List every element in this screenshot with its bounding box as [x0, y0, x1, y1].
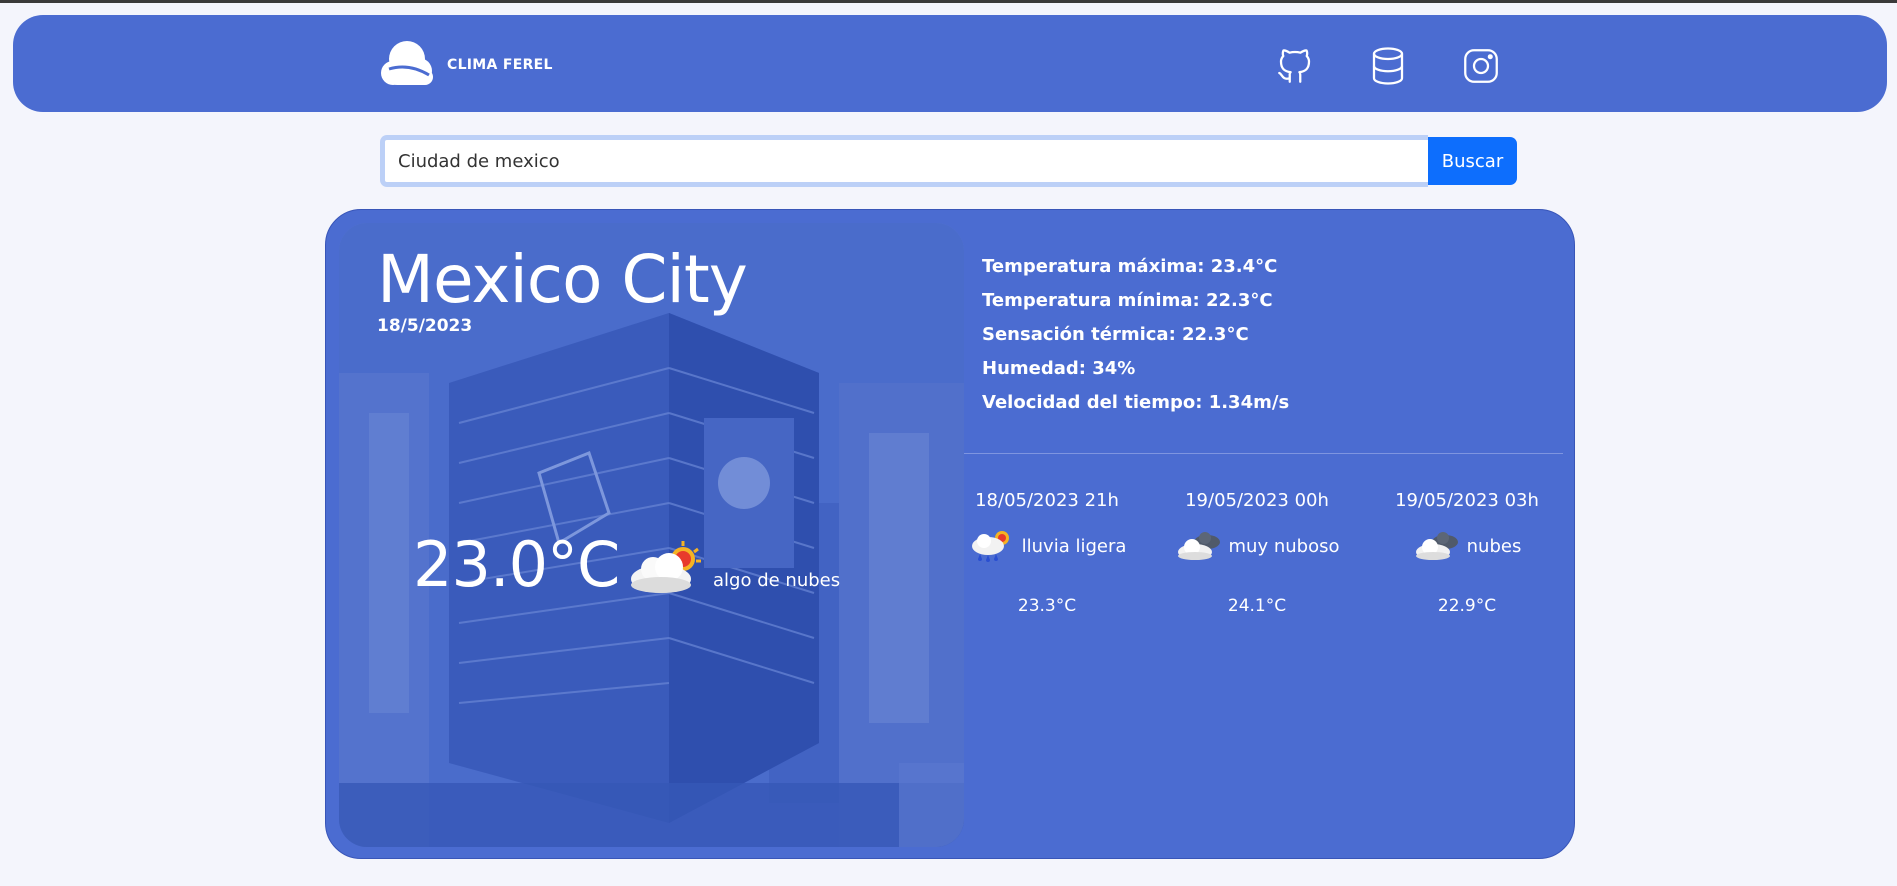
database-icon: [1372, 47, 1404, 85]
brand[interactable]: CLIMA FEREL: [379, 39, 553, 91]
instagram-link[interactable]: [1459, 44, 1503, 88]
forecast-time: 18/05/2023 21h: [975, 490, 1119, 511]
forecast-temperature: 23.3°C: [1017, 596, 1077, 616]
forecast-temperature: 22.9°C: [1437, 596, 1497, 616]
humidity: Humedad: 34%: [982, 358, 1136, 379]
forecast-item: 19/05/2023 00h muy nuboso 24.1°C: [1162, 486, 1352, 616]
window-top-border: [0, 0, 1897, 3]
city-name: Mexico City: [377, 241, 748, 318]
forecast-temperature: 24.1°C: [1227, 596, 1287, 616]
forecast-description: nubes: [1466, 535, 1522, 557]
github-icon: [1278, 49, 1311, 83]
forecast-time: 19/05/2023 03h: [1395, 490, 1539, 511]
forecast-description: lluvia ligera: [1021, 535, 1127, 557]
divider: [964, 453, 1563, 454]
max-temperature: Temperatura máxima: 23.4°C: [982, 256, 1278, 277]
forecast-item: 18/05/2023 21h lluvia ligera 23.3°C: [952, 486, 1142, 616]
github-link[interactable]: [1273, 44, 1317, 88]
current-date: 18/5/2023: [377, 316, 473, 336]
search-bar: Buscar: [380, 135, 1517, 187]
current-weather-panel: Mexico City 18/5/2023 23.0°C algo de nub…: [339, 223, 964, 847]
instagram-icon: [1464, 49, 1498, 83]
search-input[interactable]: [380, 135, 1428, 187]
navbar: CLIMA FEREL: [13, 15, 1887, 112]
social-links: [1273, 44, 1552, 88]
current-description: algo de nubes: [713, 570, 841, 591]
dark-cloud-icon: [1177, 532, 1220, 560]
search-button[interactable]: Buscar: [1428, 137, 1517, 185]
weather-details: Temperatura máxima: 23.4°C Temperatura m…: [982, 250, 1289, 420]
current-temperature: 23.0°C: [413, 528, 620, 601]
forecast-description: muy nuboso: [1228, 535, 1340, 557]
dark-cloud-icon: [1415, 532, 1458, 560]
forecast-item: 19/05/2023 03h nubes 22.9°C: [1372, 486, 1562, 616]
weather-card: Mexico City 18/5/2023 23.0°C algo de nub…: [325, 209, 1575, 859]
database-link[interactable]: [1366, 44, 1410, 88]
feels-like: Sensación térmica: 22.3°C: [982, 324, 1249, 345]
sun-behind-cloud-icon: [631, 541, 701, 593]
rain-cloud-icon: [971, 531, 1009, 562]
cloud-logo-icon: [381, 41, 433, 85]
wind-speed: Velocidad del tiempo: 1.34m/s: [982, 392, 1290, 413]
forecast-time: 19/05/2023 00h: [1185, 490, 1329, 511]
brand-name: CLIMA FEREL: [447, 57, 553, 73]
min-temperature: Temperatura mínima: 22.3°C: [982, 290, 1273, 311]
